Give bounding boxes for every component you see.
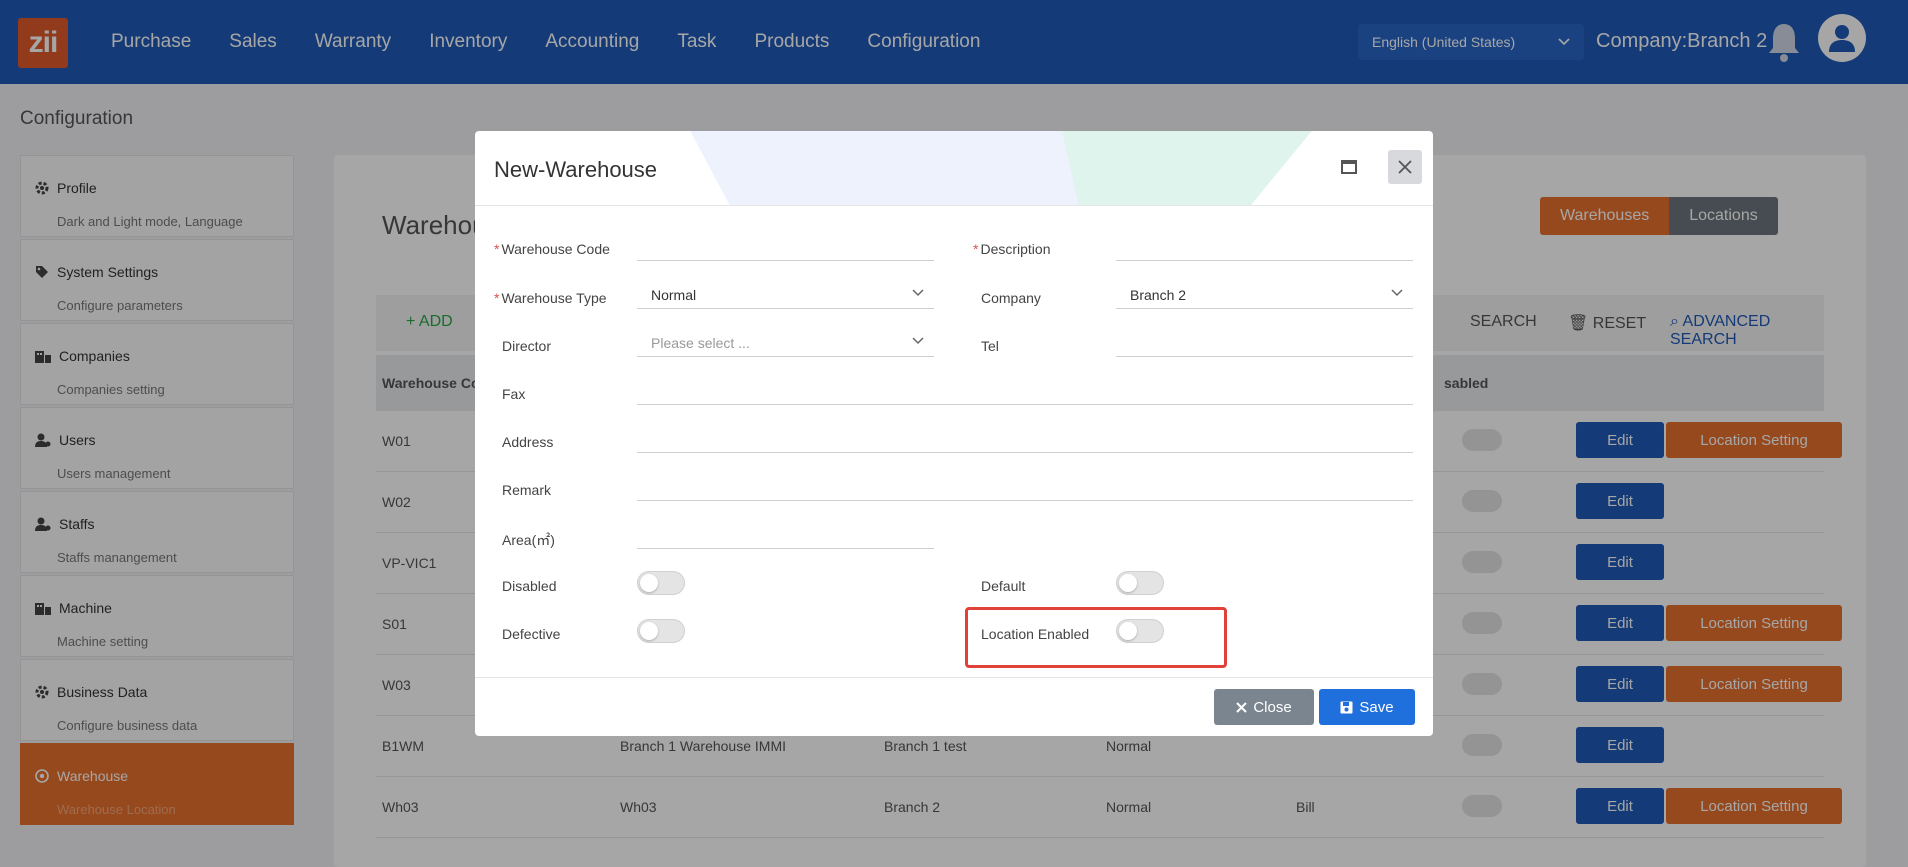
director-select[interactable]: Please select ...: [637, 327, 934, 357]
chevron-down-icon: [912, 337, 924, 345]
remark-input[interactable]: [637, 471, 1413, 501]
header-decoration: [685, 131, 1105, 205]
close-icon: [1398, 160, 1412, 174]
default-toggle[interactable]: [1116, 571, 1164, 595]
fax-input[interactable]: [637, 375, 1413, 405]
warehouse-type-value: Normal: [651, 287, 697, 303]
address-label: Address: [502, 434, 554, 450]
chevron-down-icon: [912, 289, 924, 297]
defective-toggle[interactable]: [637, 619, 685, 643]
defective-label: Defective: [502, 626, 561, 642]
new-warehouse-dialog: New-Warehouse * Warehouse Code * Descripti…: [475, 131, 1433, 736]
maximize-icon[interactable]: [1341, 160, 1357, 174]
description-label: * Description: [973, 241, 1051, 257]
warehouse-type-select[interactable]: Normal: [637, 279, 934, 309]
company-label: Company: [981, 290, 1041, 306]
save-button[interactable]: Save: [1319, 689, 1415, 725]
tel-input[interactable]: [1116, 327, 1413, 357]
disabled-toggle[interactable]: [637, 571, 685, 595]
dialog-header: New-Warehouse: [475, 131, 1433, 206]
dialog-title: New-Warehouse: [494, 157, 658, 182]
tel-label: Tel: [981, 338, 999, 354]
close-button-label: Close: [1253, 698, 1292, 716]
remark-label: Remark: [502, 482, 552, 498]
close-icon: [1236, 701, 1248, 713]
chevron-down-icon: [1391, 289, 1403, 297]
area-input[interactable]: [637, 519, 934, 549]
dialog-close-button[interactable]: [1388, 150, 1422, 184]
highlight-box: [965, 607, 1227, 668]
header-decoration: [1060, 131, 1320, 205]
description-input[interactable]: [1116, 231, 1413, 261]
disabled-label: Disabled: [502, 578, 557, 594]
director-label: Director: [502, 338, 552, 354]
company-select[interactable]: Branch 2: [1116, 279, 1413, 309]
director-placeholder: Please select ...: [651, 335, 750, 351]
area-label: Area(㎡): [502, 532, 555, 548]
fax-label: Fax: [502, 386, 526, 402]
warehouse-code-input[interactable]: [637, 231, 934, 261]
save-icon: [1340, 701, 1353, 713]
warehouse-code-label: * Warehouse Code: [494, 241, 610, 257]
warehouse-type-label: * Warehouse Type: [494, 290, 607, 306]
address-input[interactable]: [637, 423, 1413, 453]
default-label: Default: [981, 578, 1026, 594]
save-button-label: Save: [1359, 698, 1394, 716]
close-button[interactable]: Close: [1214, 689, 1314, 725]
dialog-footer: Close Save: [475, 677, 1433, 736]
company-value: Branch 2: [1130, 287, 1187, 303]
